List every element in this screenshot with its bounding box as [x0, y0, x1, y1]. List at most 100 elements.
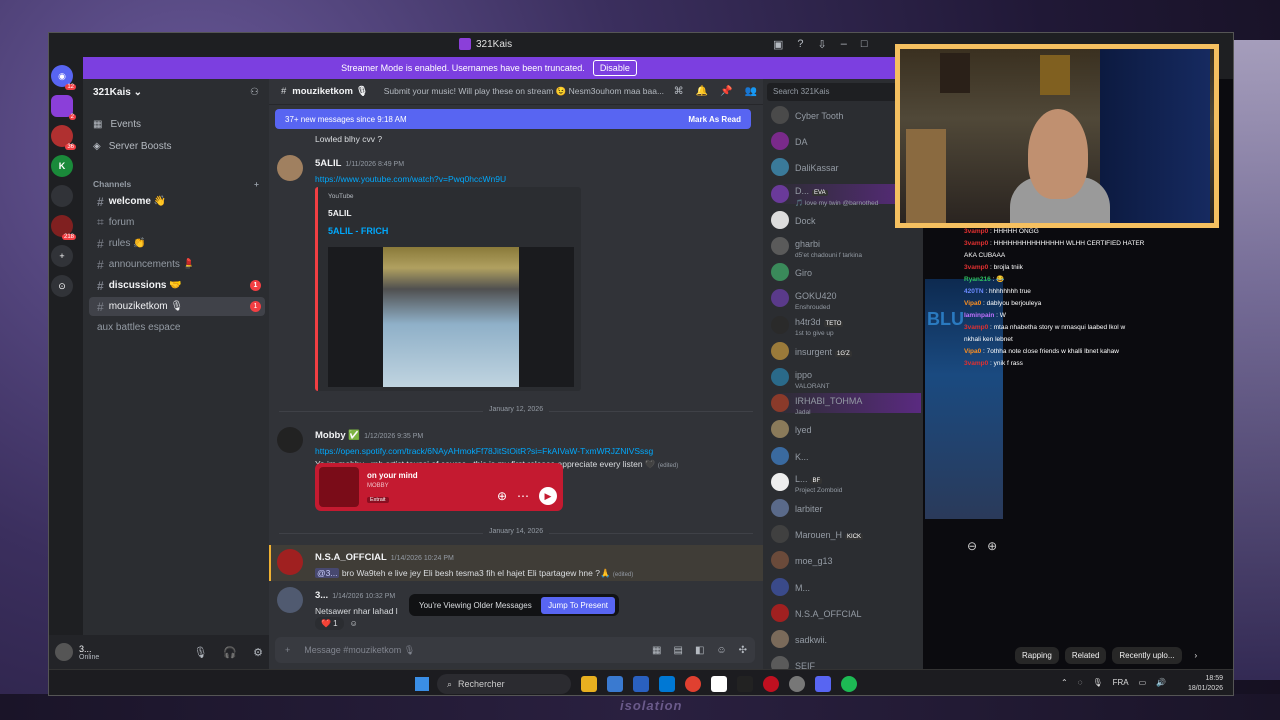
zoom-in-icon[interactable]: ⊕ [987, 539, 997, 553]
member-item[interactable]: GOKU420 Enshrouded [771, 288, 921, 311]
add-channel-icon[interactable]: + [254, 179, 259, 189]
channels-header[interactable]: Channels + [93, 179, 259, 189]
notion-icon[interactable] [711, 676, 727, 692]
avatar[interactable] [277, 549, 303, 575]
upload-plus-icon[interactable]: + [285, 645, 290, 655]
threads-icon[interactable]: ⌘ [674, 86, 684, 97]
store-icon[interactable] [633, 676, 649, 692]
gif-icon[interactable]: ▤ [673, 645, 682, 656]
play-button[interactable]: ▶ [539, 487, 557, 505]
kick-server-icon[interactable]: K [51, 155, 73, 177]
network-icon[interactable]: ◌ [1078, 678, 1083, 687]
apps-icon[interactable]: ▦ [652, 645, 661, 656]
member-item[interactable]: Marouen_H KICK [771, 524, 921, 544]
jump-to-present-button[interactable]: Jump To Present [541, 596, 615, 614]
discord-icon[interactable] [815, 676, 831, 692]
server-name[interactable]: 321Kais ⌄ [93, 87, 142, 98]
member-item[interactable]: h4tr3d TETO 1st to give up [771, 315, 921, 337]
member-item[interactable]: M... [771, 577, 921, 597]
mic-tray-icon[interactable]: 🎙 [1092, 678, 1102, 687]
message-author[interactable]: Mobby ✅ [315, 430, 360, 441]
member-item[interactable]: Giro [771, 262, 921, 282]
chip-related[interactable]: Related [1064, 647, 1107, 664]
song-artist[interactable]: MOBBY [367, 483, 389, 489]
message-link[interactable]: https://open.spotify.com/track/6NAyAHmok… [315, 446, 755, 456]
member-item[interactable]: gharbi d5'et chadouni f tarkina [771, 236, 921, 259]
download-icon[interactable]: ⇩ [818, 38, 827, 51]
opera-icon[interactable] [763, 676, 779, 692]
members-icon[interactable]: 👥 [745, 86, 757, 97]
channel-aux-battles[interactable]: aux battles espace [89, 318, 265, 337]
discord-home-icon[interactable]: ◉ 12 [51, 65, 76, 90]
steam-icon[interactable] [789, 676, 805, 692]
microphone-icon[interactable]: 🎙 [193, 646, 207, 659]
member-item[interactable]: larbiter [771, 498, 921, 518]
channel-rules[interactable]: # rules 👏 [89, 234, 265, 253]
events-item[interactable]: ▦ Events [93, 119, 141, 130]
chip-recent[interactable]: Recently uplo... [1112, 647, 1182, 664]
copilot-icon[interactable] [607, 676, 623, 692]
member-item[interactable]: IRHABI_TOHMA Jadal [771, 393, 921, 416]
windows-start-icon[interactable] [415, 677, 429, 691]
discover-icon[interactable]: ⊙ [51, 275, 73, 297]
member-item[interactable]: SEIF [771, 655, 921, 669]
add-server-icon[interactable]: + [51, 245, 73, 267]
member-item[interactable]: K... [771, 446, 921, 466]
display-icon[interactable]: ▭ [1139, 678, 1147, 687]
message-author[interactable]: 3... [315, 590, 328, 601]
chevron-up-icon[interactable]: ⌃ [1061, 678, 1068, 687]
sticker-icon[interactable]: ◧ [695, 645, 704, 656]
new-messages-bar[interactable]: 37+ new messages since 9:18 AM Mark As R… [275, 109, 751, 129]
server-icon[interactable]: 36 [51, 125, 76, 150]
capcut-icon[interactable] [737, 676, 753, 692]
minimize-icon[interactable]: – [841, 38, 847, 51]
help-icon[interactable]: ? [797, 38, 803, 51]
disable-streamer-button[interactable]: Disable [592, 60, 637, 76]
channel-announcements[interactable]: # announcements 💄 [89, 255, 265, 274]
file-explorer-icon[interactable] [581, 676, 597, 692]
member-item[interactable]: ippo VALORANT [771, 367, 921, 390]
notification-bell-icon[interactable]: 🔔 [696, 86, 708, 97]
avatar[interactable] [277, 155, 303, 181]
avatar[interactable] [55, 643, 73, 661]
headphones-icon[interactable]: 🎧 [223, 646, 237, 659]
message-link[interactable]: https://www.youtube.com/watch?v=Pwq0hccW… [315, 174, 755, 184]
channel-welcome[interactable]: # welcome 👋 [89, 192, 265, 211]
add-icon[interactable]: ⊕ [497, 489, 507, 503]
server-icon[interactable]: 218 [51, 215, 76, 240]
member-item[interactable]: sadkwii. [771, 629, 921, 649]
language-indicator[interactable]: FRA [1113, 678, 1129, 687]
song-title[interactable]: on your mind [367, 471, 418, 480]
chrome-icon[interactable] [685, 676, 701, 692]
member-item[interactable]: N.S.A_OFFCIAL [771, 603, 921, 623]
member-item[interactable]: L... BF Project Zomboid [771, 472, 921, 494]
channel-mouziketkom[interactable]: # mouziketkom 🎙 1 [89, 297, 265, 316]
taskbar-search[interactable]: ⌕ Rechercher [437, 674, 571, 694]
channel-discussions[interactable]: # discussions 🤝 1 [89, 276, 265, 295]
maximize-icon[interactable]: □ [861, 38, 868, 51]
inbox-icon[interactable]: ▣ [773, 38, 783, 51]
add-reaction-icon[interactable]: ☺ [350, 619, 358, 628]
message-composer[interactable]: + Message #mouziketkom 🎙 ▦ ▤ ◧ ☺ ✣ [275, 637, 755, 663]
server-icon[interactable]: 2 [51, 95, 76, 120]
message-input[interactable]: Message #mouziketkom 🎙 [304, 645, 415, 656]
chevron-right-icon[interactable]: › [1188, 647, 1205, 664]
heart-reaction[interactable]: ❤️ 1 [315, 617, 344, 630]
video-thumbnail[interactable] [328, 247, 574, 387]
member-item[interactable]: insurgent 1G'Z [771, 341, 921, 361]
volume-icon[interactable]: 🔊 [1156, 678, 1166, 687]
channel-forum[interactable]: ⌗ forum [89, 213, 265, 232]
album-art[interactable] [319, 467, 359, 507]
avatar[interactable] [277, 427, 303, 453]
pin-icon[interactable]: 📌 [720, 86, 732, 97]
more-icon[interactable]: ⋯ [517, 489, 529, 503]
mark-as-read-button[interactable]: Mark As Read [688, 115, 741, 124]
message-author[interactable]: N.S.A_OFFCIAL [315, 552, 387, 563]
user-mention[interactable]: @3... [315, 568, 340, 578]
activities-icon[interactable]: ✣ [739, 645, 747, 656]
message-author[interactable]: 5ALIL [315, 158, 341, 169]
chip-rapping[interactable]: Rapping [1015, 647, 1059, 664]
avatar[interactable] [277, 587, 303, 613]
server-boosts-item[interactable]: ◈ Server Boosts [93, 141, 172, 152]
server-icon[interactable] [51, 185, 73, 207]
